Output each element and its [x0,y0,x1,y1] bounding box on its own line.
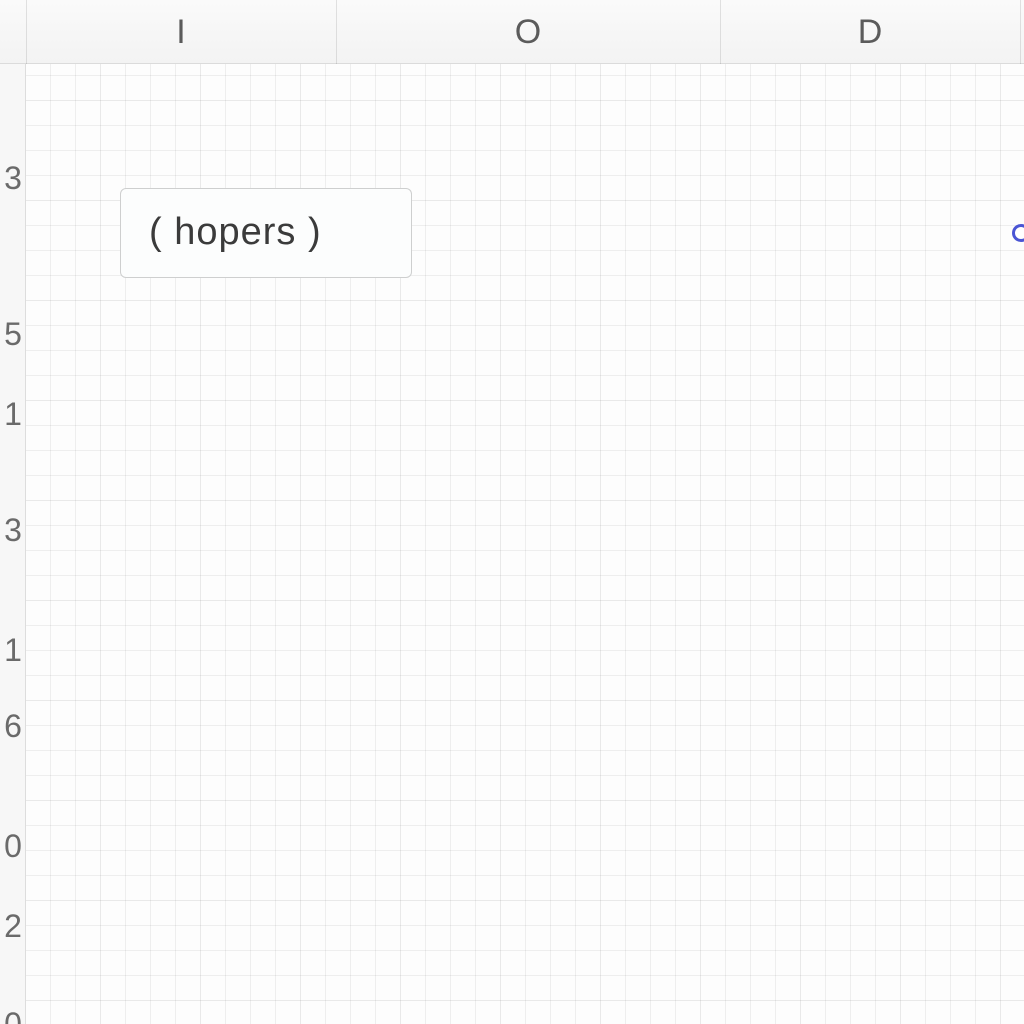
column-separator [336,0,337,64]
column-separator [1020,0,1021,64]
column-header[interactable]: D [720,0,1020,64]
column-header[interactable]: O [336,0,720,64]
row-header[interactable]: 5 [0,316,26,353]
row-header[interactable]: 1 [0,632,26,669]
row-header[interactable]: 3 [0,512,26,549]
column-header[interactable]: I [26,0,336,64]
row-header[interactable]: 3 [0,160,26,197]
column-header-row: I O D [0,0,1024,64]
row-header[interactable]: 6 [0,708,26,745]
row-header[interactable]: 0 [0,1006,26,1024]
selection-handle-icon[interactable] [1012,224,1024,242]
row-header[interactable]: 0 [0,828,26,865]
spreadsheet-grid[interactable]: I O D 3 5 1 3 1 6 0 2 0 ( hopers ) [0,0,1024,1024]
column-separator [720,0,721,64]
active-cell-input[interactable]: ( hopers ) [120,188,412,278]
column-separator [26,0,27,64]
row-header[interactable]: 1 [0,396,26,433]
row-header[interactable]: 2 [0,908,26,945]
